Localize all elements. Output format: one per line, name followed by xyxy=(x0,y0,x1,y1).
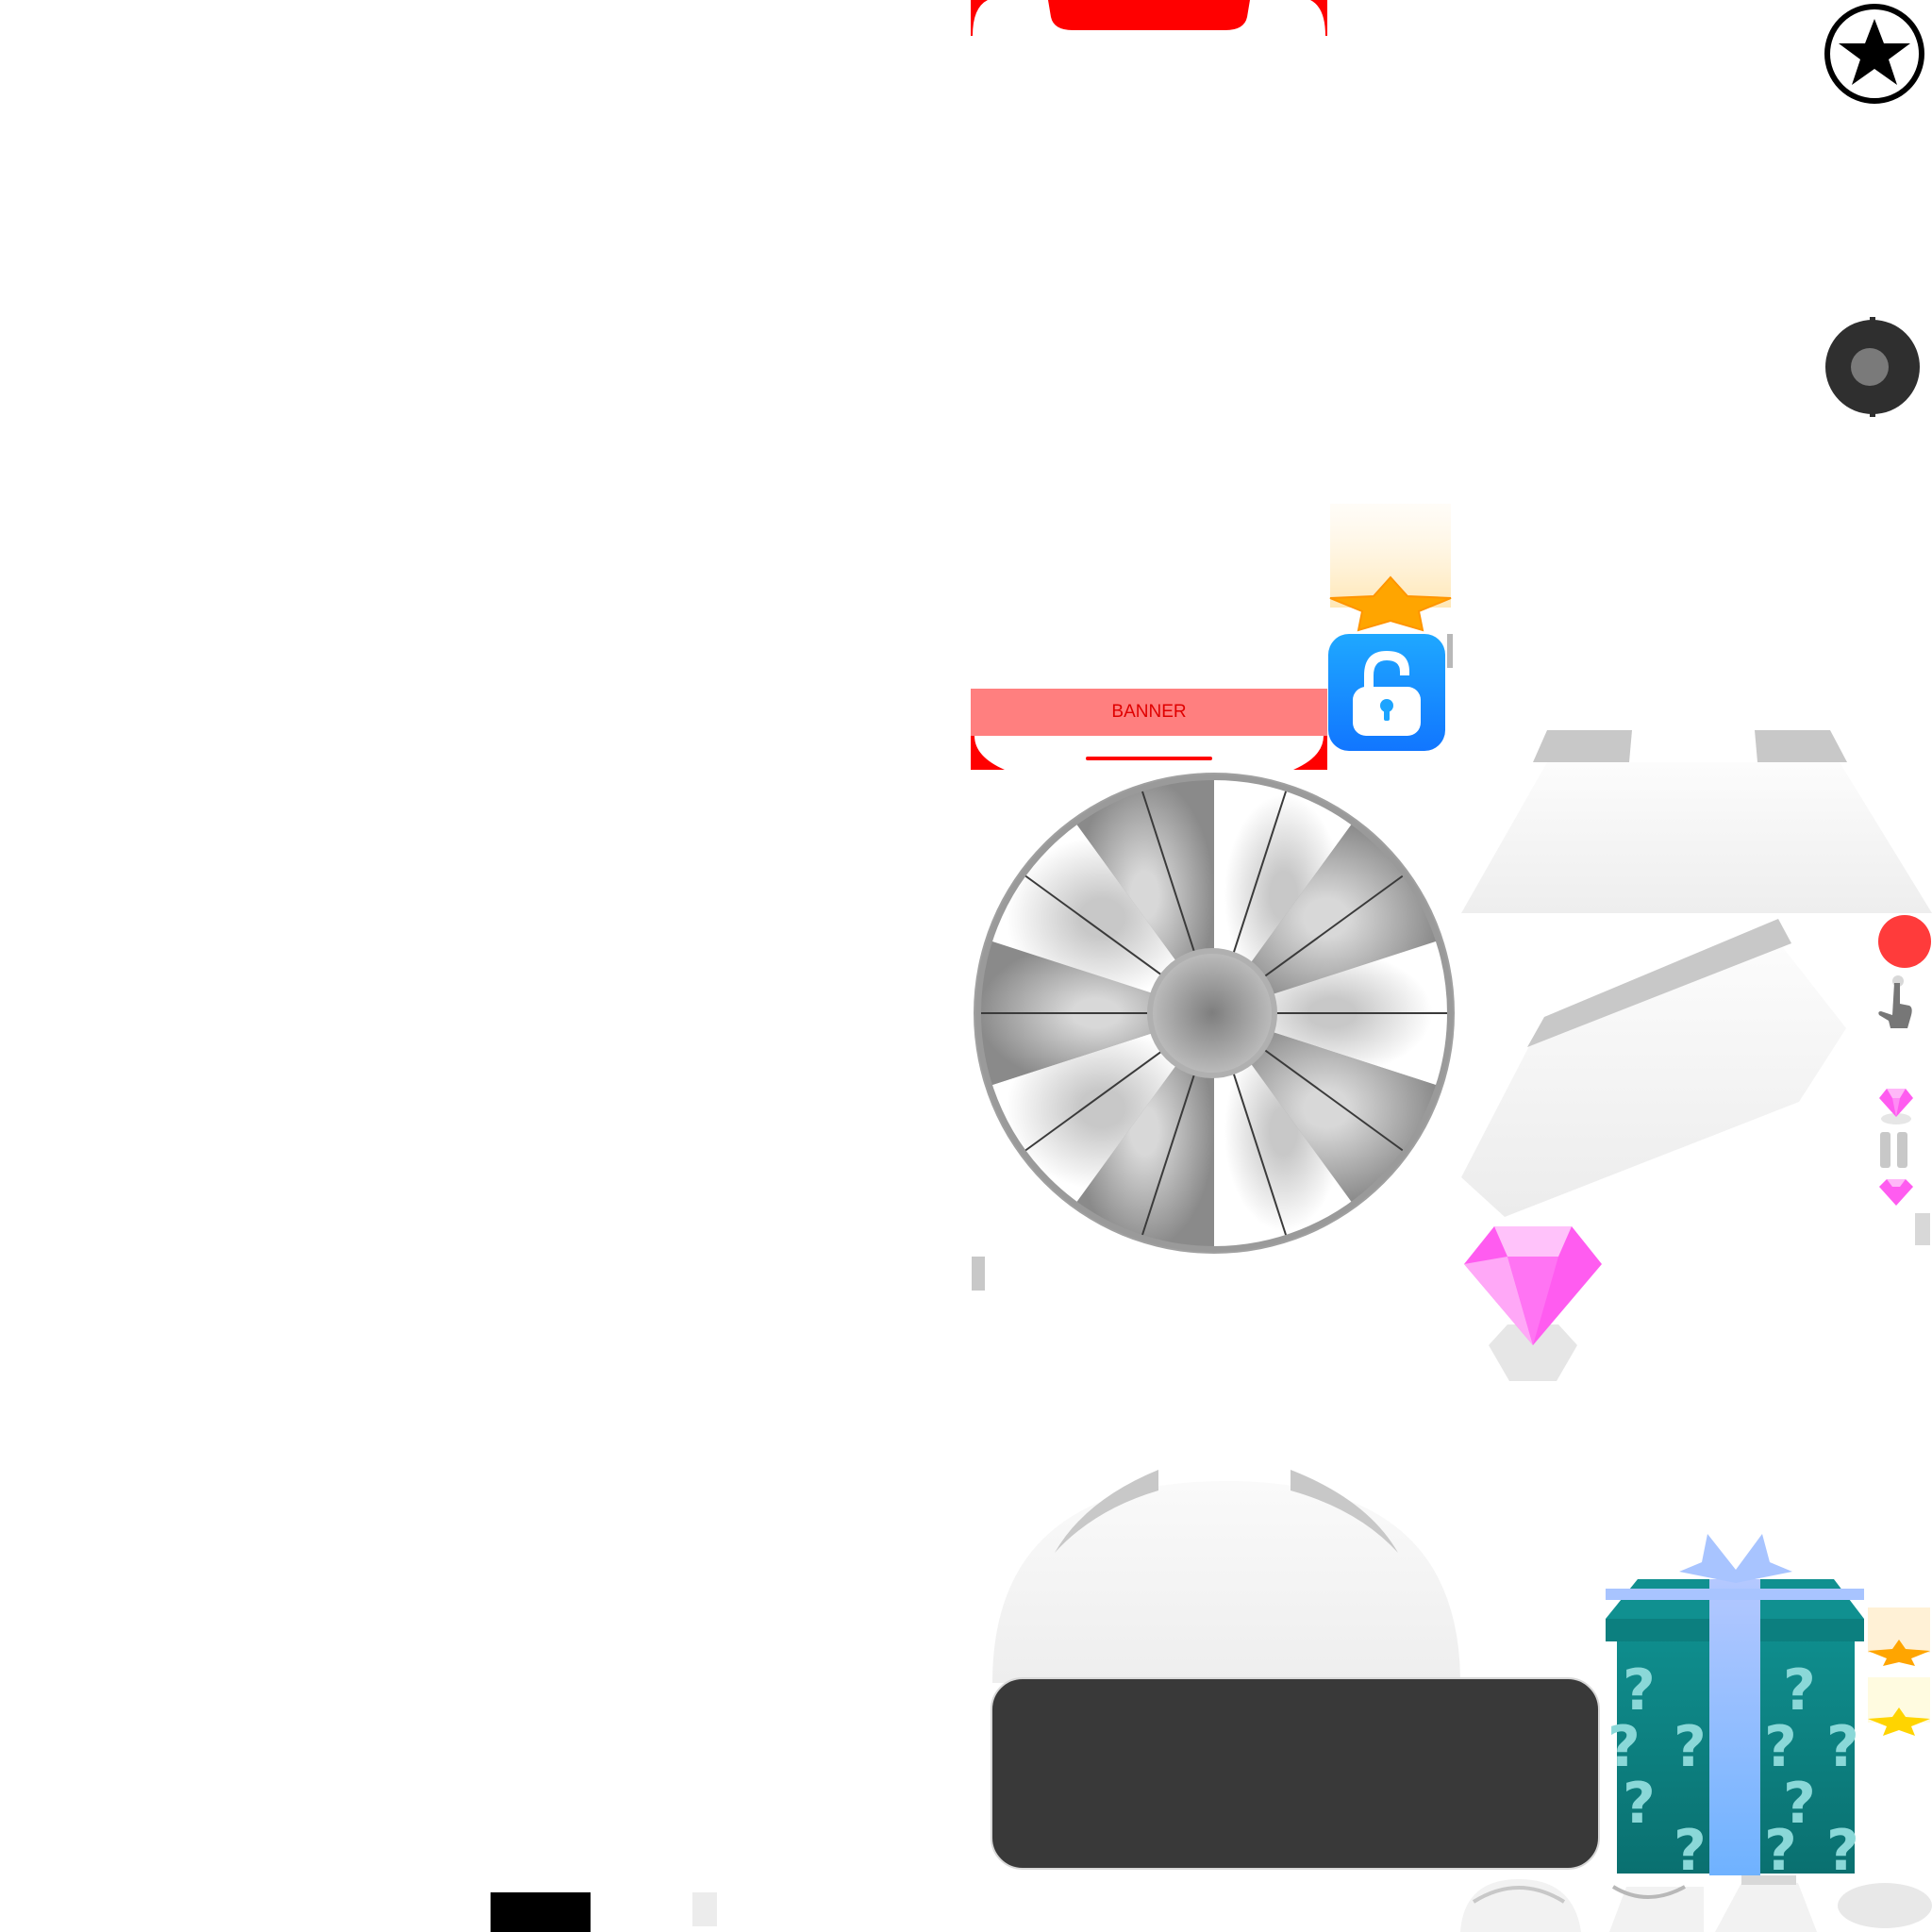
pause-icon[interactable] xyxy=(1877,1130,1911,1170)
svg-text:?: ? xyxy=(1674,1818,1707,1875)
banner-bar: BANNER xyxy=(971,689,1327,736)
star-glow-icon xyxy=(1328,500,1453,632)
svg-text:?: ? xyxy=(1764,1818,1797,1875)
pointer-hand-icon xyxy=(1877,974,1915,1028)
gray-tick xyxy=(1447,634,1453,668)
light-block xyxy=(692,1892,717,1926)
svg-text:?: ? xyxy=(1826,1818,1859,1875)
svg-text:?: ? xyxy=(1623,1771,1656,1837)
gray-tick xyxy=(1915,1213,1930,1245)
dark-panel xyxy=(991,1677,1600,1870)
gem-icon xyxy=(1877,1085,1915,1126)
gem-icon xyxy=(1877,1175,1915,1208)
svg-text:?: ? xyxy=(1826,1714,1859,1780)
tilted-panel xyxy=(1457,915,1849,1222)
unlock-icon[interactable] xyxy=(1328,634,1447,753)
bottom-shapes xyxy=(1458,1874,1932,1932)
gray-tick xyxy=(972,1257,985,1291)
spin-wheel[interactable] xyxy=(971,772,1457,1258)
star-icon xyxy=(1868,1607,1930,1668)
svg-text:?: ? xyxy=(1674,1714,1707,1780)
black-block xyxy=(491,1892,591,1932)
star-circle-icon[interactable] xyxy=(1823,2,1926,106)
star-icon xyxy=(1868,1677,1930,1740)
red-frame-bottom xyxy=(971,736,1327,772)
banner-label: BANNER xyxy=(1111,702,1187,722)
joystick-icon[interactable] xyxy=(1823,317,1923,417)
record-dot[interactable] xyxy=(1878,915,1931,968)
dome-panel xyxy=(991,1462,1462,1684)
red-frame-top xyxy=(971,0,1327,36)
trapezoid-panel xyxy=(1457,728,1932,917)
gem-icon xyxy=(1462,1223,1604,1383)
gift-box-icon[interactable]: ?? ???? ?? ??? xyxy=(1604,1530,1868,1875)
